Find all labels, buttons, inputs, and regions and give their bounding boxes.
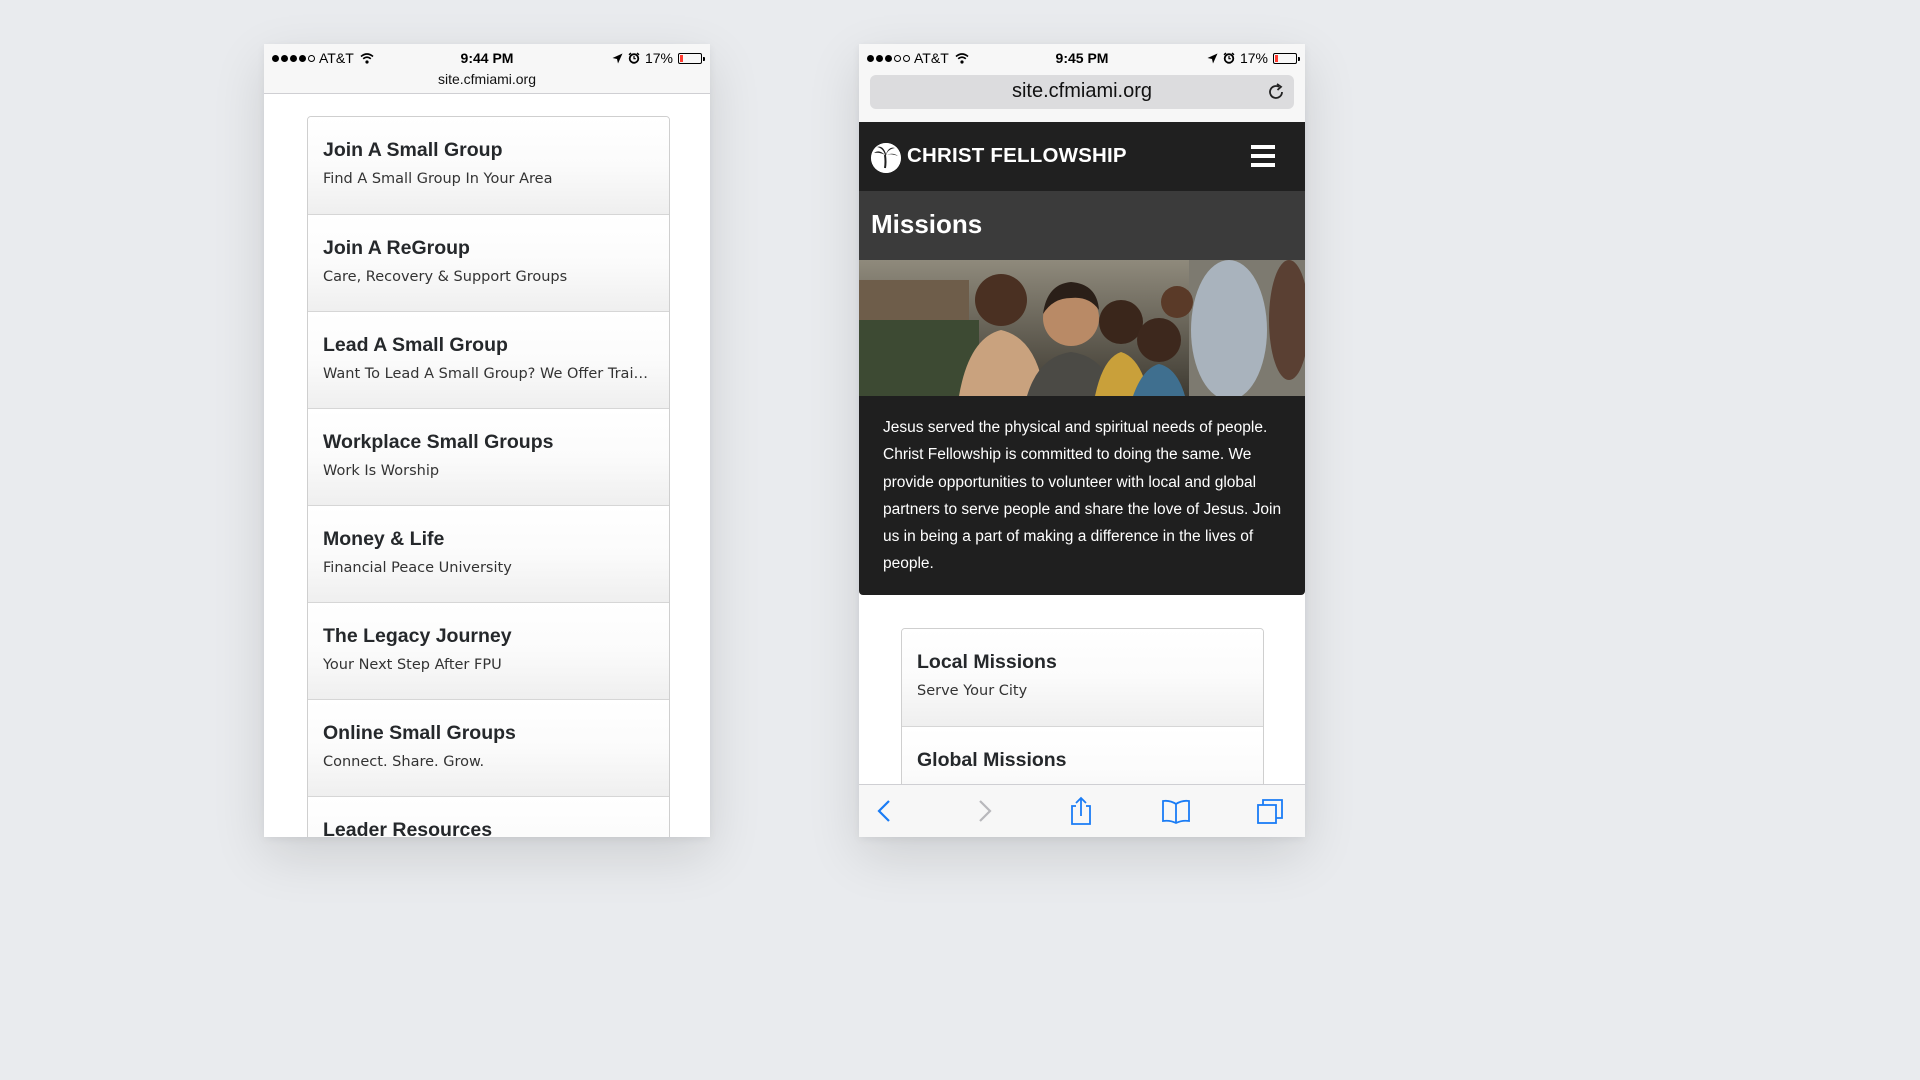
url-display[interactable]: site.cfmiami.org (264, 71, 710, 87)
status-bar: AT&T 9:44 PM 17% (264, 44, 710, 72)
browser-chrome-compact: AT&T 9:44 PM 17% site.cfmiami.org (264, 44, 710, 94)
list-item-title: Online Small Groups (323, 722, 516, 744)
reload-icon[interactable] (1266, 82, 1286, 102)
list-item-subtitle: Financial Peace University (323, 560, 512, 576)
list-item[interactable]: The Legacy Journey Your Next Step After … (308, 602, 669, 699)
list-item-subtitle: Work Is Worship (323, 463, 440, 479)
list-item-title: Money & Life (323, 528, 445, 550)
safari-toolbar (859, 784, 1305, 837)
list-item-title: Lead A Small Group (323, 334, 508, 356)
address-bar[interactable]: site.cfmiami.org (870, 75, 1294, 109)
battery-percent: 17% (644, 50, 673, 66)
missions-description: Jesus served the physical and spiritual … (883, 419, 1282, 573)
list-item-subtitle: Care, Recovery & Support Groups (323, 269, 568, 285)
location-arrow-icon (1207, 53, 1218, 63)
list-item-subtitle: Your Next Step After FPU (323, 657, 502, 673)
list-item[interactable]: Leader Resources (308, 796, 669, 837)
battery-level-fill (1275, 54, 1279, 62)
list-item[interactable]: Join A Small Group Find A Small Group In… (308, 117, 669, 214)
alarm-icon (1223, 52, 1235, 64)
bookmarks-icon[interactable] (1161, 796, 1191, 826)
list-item[interactable]: Local Missions Serve Your City (902, 629, 1263, 726)
url-text: site.cfmiami.org (1011, 80, 1153, 102)
list-item[interactable]: Join A ReGroup Care, Recovery & Support … (308, 214, 669, 311)
menu-icon[interactable] (1251, 145, 1275, 167)
share-icon[interactable] (1066, 796, 1096, 826)
list-item-title: Join A Small Group (323, 139, 503, 161)
list-item-subtitle: Serve Your City (917, 683, 1028, 699)
list-item[interactable]: Online Small Groups Connect. Share. Grow… (308, 699, 669, 796)
location-arrow-icon (612, 53, 623, 63)
back-icon[interactable] (870, 796, 900, 826)
page-title-bar: Missions (859, 191, 1305, 260)
site-header: CHRIST FELLOWSHIP (859, 122, 1305, 191)
list-item-title: Leader Resources (323, 819, 493, 837)
list-item-title: The Legacy Journey (323, 625, 512, 647)
list-item-title: Global Missions (917, 749, 1067, 771)
list-item[interactable]: Money & Life Financial Peace University (308, 505, 669, 602)
status-bar: AT&T 9:45 PM 17% (859, 44, 1305, 72)
brand-name[interactable]: CHRIST FELLOWSHIP (907, 144, 1127, 168)
list-item-title: Join A ReGroup (323, 237, 470, 259)
list-item[interactable]: Workplace Small Groups Work Is Worship (308, 408, 669, 505)
list-item-subtitle: Find A Small Group In Your Area (323, 171, 553, 187)
phone-screen-right: AT&T 9:45 PM 17% site.cfmiami.org CHRIST… (859, 44, 1305, 837)
small-groups-list: Join A Small Group Find A Small Group In… (307, 116, 670, 837)
battery-icon (678, 52, 705, 64)
alarm-icon (628, 52, 640, 64)
battery-icon (1273, 52, 1300, 64)
battery-level-fill (680, 54, 684, 62)
phone-screen-left: AT&T 9:44 PM 17% site.cfmiami.org Join A… (264, 44, 710, 837)
list-item-title: Workplace Small Groups (323, 431, 554, 453)
missions-group-photo (859, 260, 1305, 396)
forward-icon[interactable] (969, 796, 999, 826)
list-item-title: Local Missions (917, 651, 1057, 673)
list-item-subtitle: Want To Lead A Small Group? We Offer Tra… (323, 366, 654, 382)
missions-description-box: Jesus served the physical and spiritual … (859, 396, 1305, 595)
battery-percent: 17% (1239, 50, 1268, 66)
tabs-icon[interactable] (1255, 796, 1285, 826)
palm-tree-logo-icon[interactable] (871, 143, 901, 173)
page-title: Missions (871, 209, 983, 239)
list-item-subtitle: Connect. Share. Grow. (323, 754, 485, 770)
hero-photo (859, 260, 1305, 396)
browser-chrome: AT&T 9:45 PM 17% site.cfmiami.org (859, 44, 1305, 122)
list-item[interactable]: Lead A Small Group Want To Lead A Small … (308, 311, 669, 408)
